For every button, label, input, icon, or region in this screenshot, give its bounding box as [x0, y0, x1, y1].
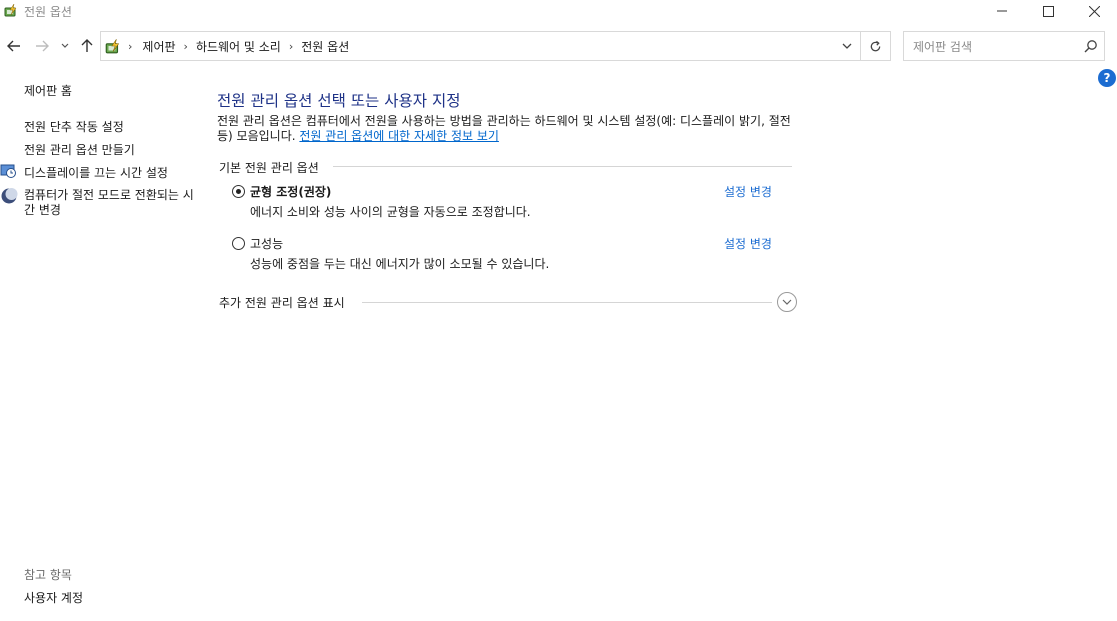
breadcrumb-control-panel[interactable]: 제어판 [142, 38, 175, 55]
search-icon[interactable] [1084, 39, 1098, 53]
plan-description: 에너지 소비와 성능 사이의 균형을 자동으로 조정합니다. [250, 205, 531, 219]
search-input[interactable]: 제어판 검색 [903, 31, 1105, 61]
plan-name[interactable]: 고성능 [250, 235, 283, 252]
chevron-right-icon[interactable]: › [289, 40, 293, 53]
title-bar: 전원 옵션 [0, 0, 1117, 22]
more-divider [362, 302, 772, 303]
address-bar[interactable]: › 제어판 › 하드웨어 및 소리 › 전원 옵션 [100, 31, 861, 61]
sidebar-user-accounts[interactable]: 사용자 계정 [24, 589, 83, 606]
breadcrumb-hardware-sound[interactable]: 하드웨어 및 소리 [196, 38, 281, 55]
power-options-icon [104, 37, 122, 55]
expand-button[interactable] [777, 292, 797, 312]
up-button[interactable] [77, 36, 97, 56]
breadcrumb-power-options[interactable]: 전원 옵션 [301, 38, 349, 55]
plan-description: 성능에 중점을 두는 대신 에너지가 많이 소모될 수 있습니다. [250, 257, 550, 271]
see-also-heading: 참고 항목 [24, 568, 72, 582]
power-options-icon [3, 2, 19, 18]
breadcrumb: › 제어판 › 하드웨어 및 소리 › 전원 옵션 [128, 38, 349, 55]
plan-radio-high-performance[interactable] [232, 237, 245, 250]
search-placeholder: 제어판 검색 [913, 40, 973, 54]
chevron-down-icon [782, 299, 792, 305]
change-plan-settings-link[interactable]: 설정 변경 [724, 235, 772, 252]
sidebar-control-panel-home[interactable]: 제어판 홈 [24, 82, 72, 99]
refresh-icon [870, 40, 881, 51]
plans-group-title: 기본 전원 관리 옵션 [219, 161, 319, 175]
arrow-left-icon [7, 40, 20, 52]
refresh-button[interactable] [861, 31, 891, 61]
plan-name[interactable]: 균형 조정(권장) [250, 183, 331, 200]
chevron-down-icon [61, 43, 69, 48]
sleep-moon-icon [0, 187, 18, 205]
minimize-button[interactable] [979, 0, 1025, 22]
group-divider [333, 166, 792, 167]
sidebar-sleep-time[interactable]: 컴퓨터가 절전 모드로 전환되는 시간 변경 [24, 188, 194, 218]
sidebar-create-power-plan[interactable]: 전원 관리 옵션 만들기 [24, 141, 135, 158]
chevron-down-icon [842, 43, 852, 49]
help-button[interactable]: ? [1098, 69, 1116, 87]
info-link[interactable]: 전원 관리 옵션에 대한 자세한 정보 보기 [299, 129, 499, 143]
page-title: 전원 관리 옵션 선택 또는 사용자 지정 [217, 92, 461, 110]
maximize-button[interactable] [1025, 0, 1071, 22]
chevron-right-icon[interactable]: › [184, 40, 188, 53]
recent-locations-button[interactable] [58, 36, 72, 56]
sidebar-power-button-settings[interactable]: 전원 단추 작동 설정 [24, 118, 124, 135]
show-additional-plans-label[interactable]: 추가 전원 관리 옵션 표시 [219, 294, 345, 311]
close-button[interactable] [1071, 0, 1117, 22]
back-button[interactable] [4, 36, 24, 56]
sidebar-display-off-time[interactable]: 디스플레이를 끄는 시간 설정 [24, 164, 168, 181]
forward-button[interactable] [32, 36, 52, 56]
window-title: 전원 옵션 [24, 5, 72, 19]
arrow-right-icon [36, 40, 49, 52]
display-clock-icon [0, 162, 18, 180]
chevron-right-icon: › [128, 40, 133, 53]
address-history-button[interactable] [834, 31, 860, 61]
change-plan-settings-link[interactable]: 설정 변경 [724, 183, 772, 200]
plan-radio-balanced[interactable] [232, 185, 245, 198]
page-description: 전원 관리 옵션은 컴퓨터에서 전원을 사용하는 방법을 관리하는 하드웨어 및… [217, 114, 802, 144]
arrow-up-icon [81, 39, 93, 52]
